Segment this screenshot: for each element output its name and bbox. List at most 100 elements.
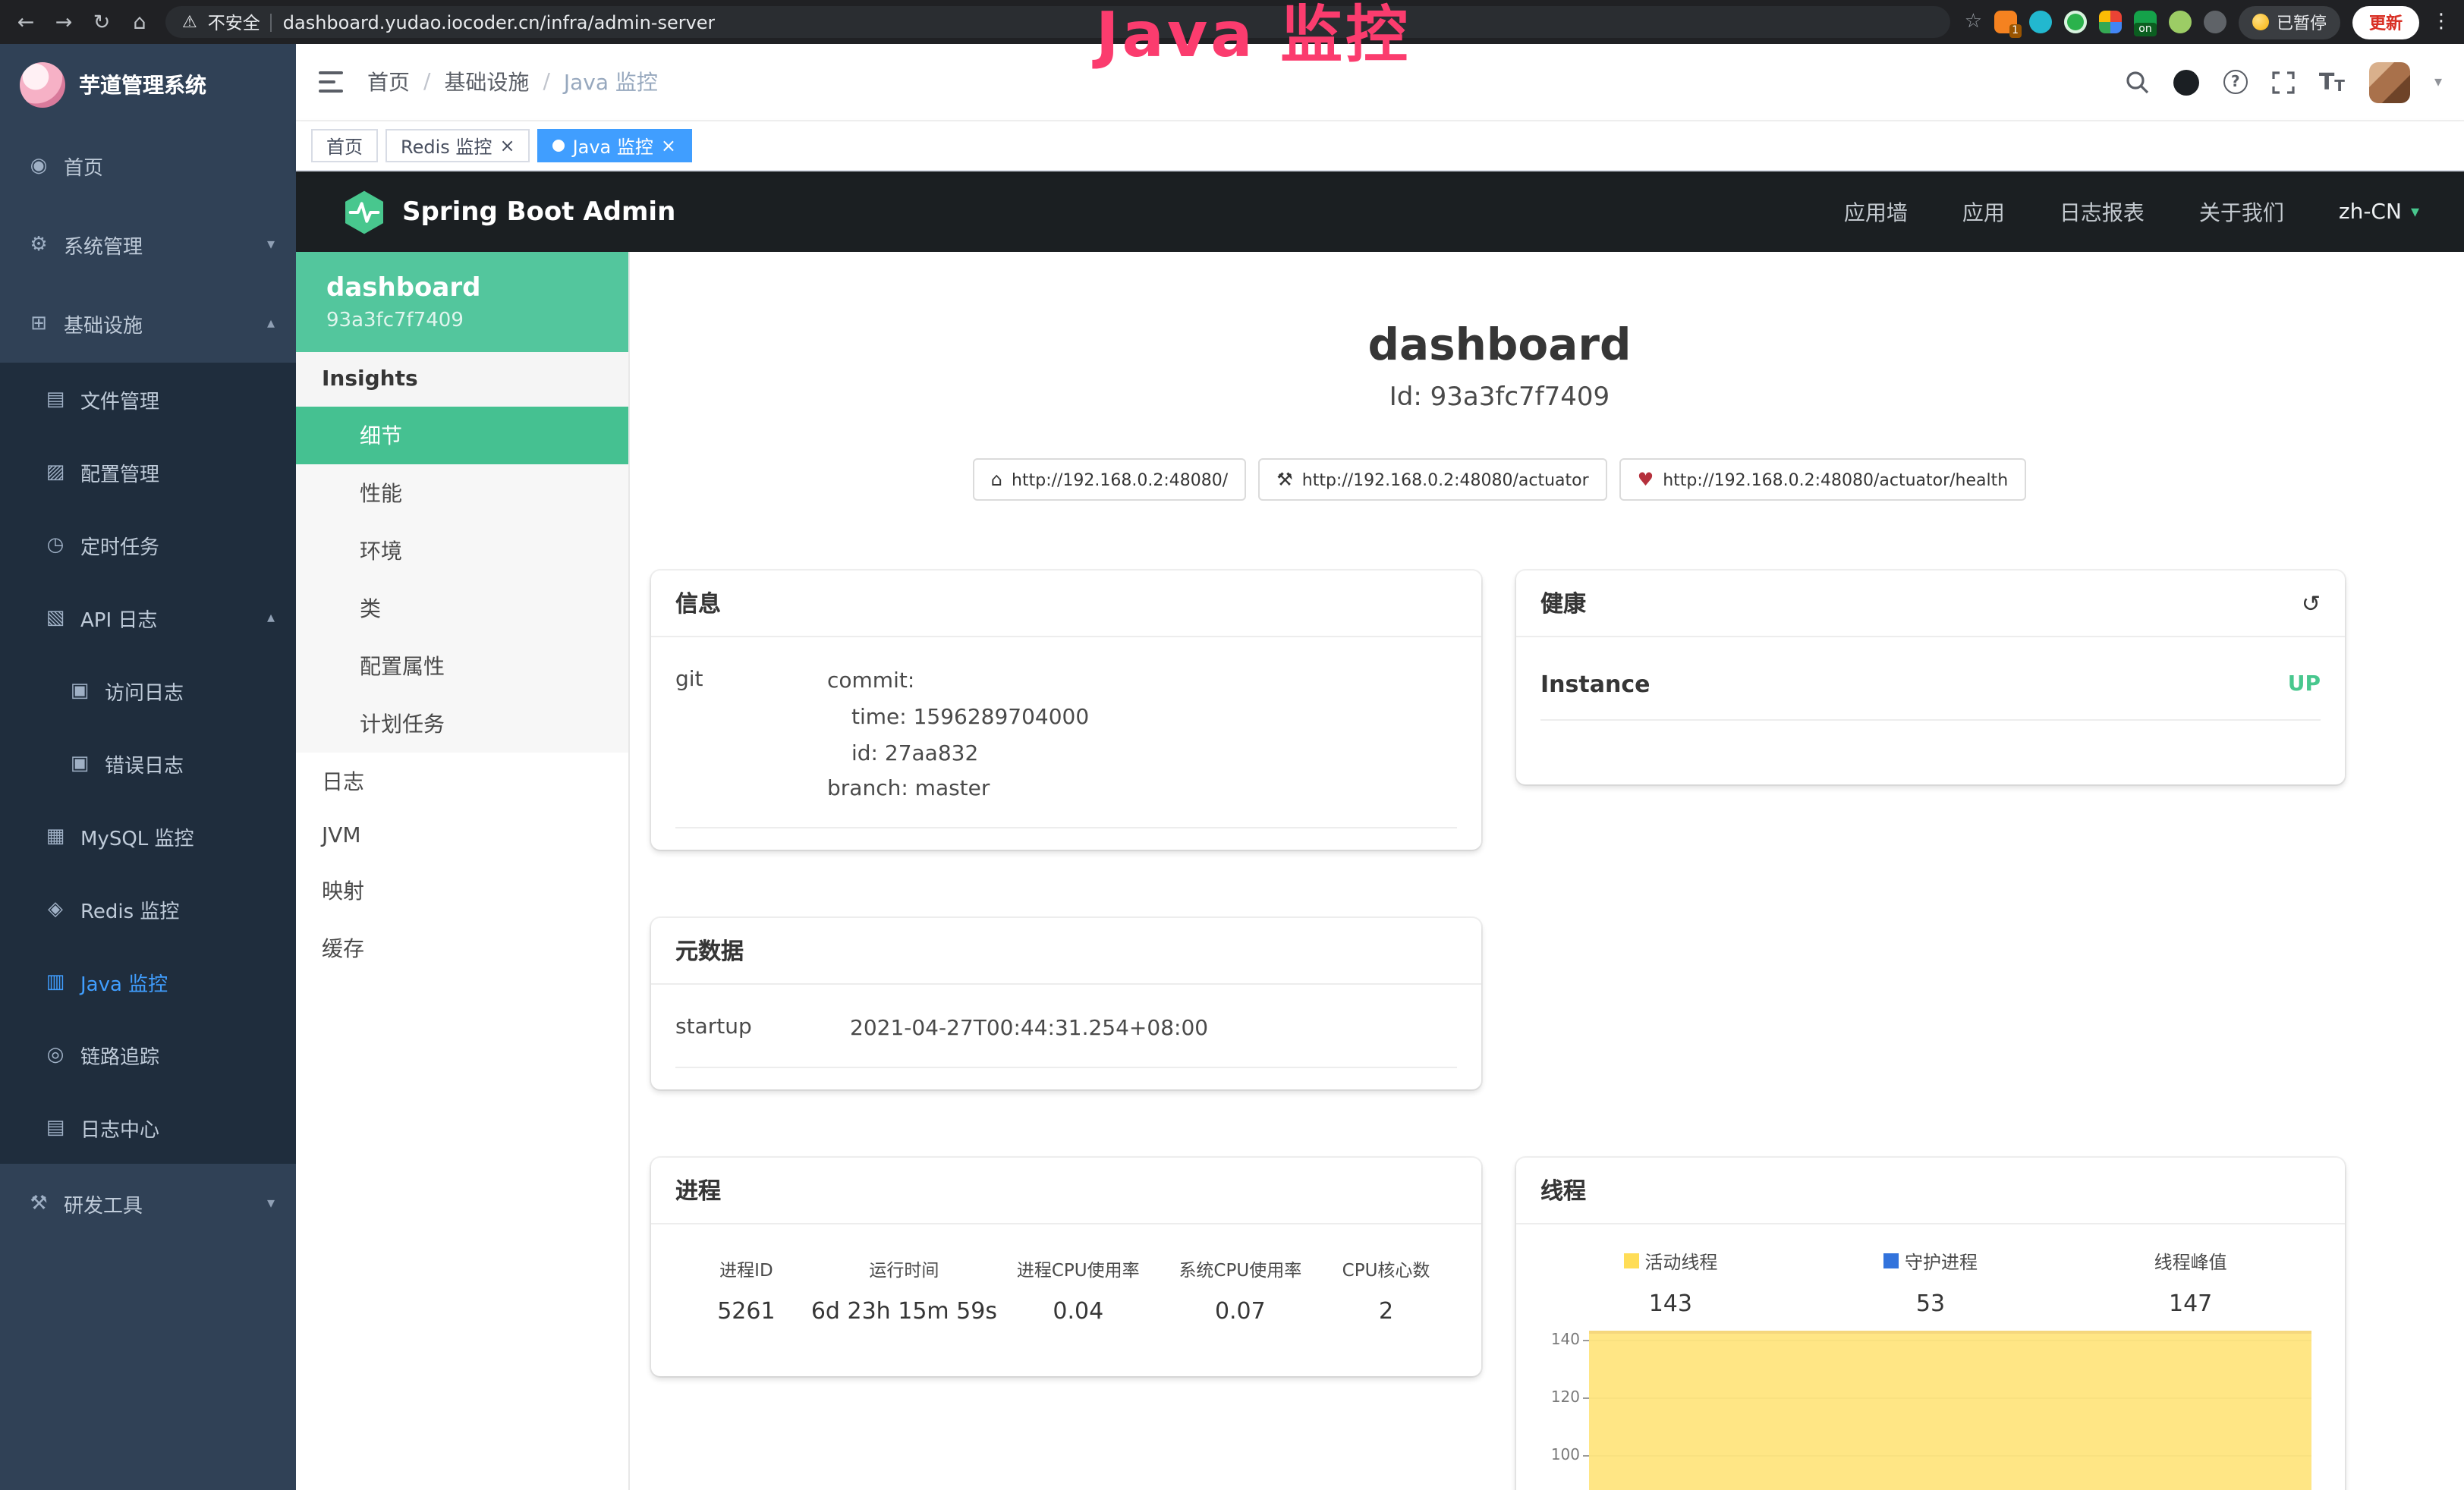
menu-label: 基础设施: [64, 309, 143, 338]
sidebar-item-tracing[interactable]: ◎ 链路追踪: [0, 1018, 296, 1091]
fullscreen-icon[interactable]: [2272, 71, 2295, 93]
java-icon: ▥: [42, 970, 68, 993]
system-cpu: 系统CPU使用率 0.07: [1160, 1258, 1322, 1325]
help-icon[interactable]: ?: [2223, 70, 2248, 94]
github-icon[interactable]: [2173, 69, 2199, 95]
paused-badge[interactable]: 已暂停: [2239, 5, 2340, 39]
sba-item-config-props[interactable]: 配置属性: [296, 637, 628, 695]
health-card-body: Instance UP: [1516, 637, 2345, 784]
legend-peak-threads: 线程峰值 147: [2060, 1249, 2321, 1317]
sba-item-scheduled-tasks[interactable]: 计划任务: [296, 695, 628, 753]
extension-icon-orange[interactable]: 1: [1994, 11, 2017, 33]
screen: ← → ↻ ⌂ ⚠ 不安全 dashboard.yudao.iocoder.cn…: [0, 0, 2464, 1490]
process-cpu: 进程CPU使用率 0.04: [997, 1258, 1160, 1325]
sidebar-item-infra[interactable]: ⊞ 基础设施 ▴: [0, 284, 296, 363]
close-icon[interactable]: ×: [661, 137, 676, 155]
card-title: 元数据: [675, 935, 744, 967]
sba-item-jvm[interactable]: JVM: [296, 810, 628, 862]
search-icon[interactable]: [2125, 70, 2149, 94]
security-label[interactable]: 不安全: [208, 10, 260, 34]
url-text[interactable]: dashboard.yudao.iocoder.cn/infra/admin-s…: [283, 11, 716, 33]
sba-item-details[interactable]: 细节: [296, 407, 628, 464]
extension-icon-leaf[interactable]: [2169, 11, 2192, 33]
yellow-swatch-icon: [1623, 1254, 1638, 1269]
menu-label: 研发工具: [64, 1189, 143, 1218]
sba-item-metrics[interactable]: 性能: [296, 464, 628, 522]
tick-mark: [1583, 1340, 1589, 1341]
sidebar-item-redis-monitor[interactable]: ◈ Redis 监控: [0, 872, 296, 945]
metadata-row-startup: startup 2021-04-27T00:44:31.254+08:00: [675, 994, 1457, 1068]
health-row-label: Instance: [1540, 671, 1650, 698]
sba-item-environment[interactable]: 环境: [296, 522, 628, 580]
user-avatar[interactable]: [2369, 61, 2410, 102]
breadcrumb-infra[interactable]: 基础设施: [444, 67, 529, 97]
sidebar-item-config-manage[interactable]: ▨ 配置管理: [0, 435, 296, 508]
instance-header[interactable]: dashboard 93a3fc7f7409: [296, 252, 628, 352]
app-logo-image: [20, 62, 65, 108]
history-icon[interactable]: ↺: [2302, 589, 2321, 617]
breadcrumb-separator: /: [423, 70, 430, 94]
sba-nav-applications[interactable]: 应用: [1962, 196, 2005, 227]
breadcrumb-home[interactable]: 首页: [367, 67, 410, 97]
sba-item-classes[interactable]: 类: [296, 580, 628, 637]
info-card-body: git commit: time: 1596289704000 id: 27aa…: [651, 637, 1481, 850]
metadata-key: startup: [675, 1012, 850, 1048]
sidebar-item-dev-tools[interactable]: ⚒ 研发工具 ▾: [0, 1164, 296, 1243]
extension-icon-teal[interactable]: [2029, 11, 2052, 33]
health-url-link[interactable]: ♥ http://192.168.0.2:48080/actuator/heal…: [1619, 458, 2027, 501]
back-icon[interactable]: ←: [14, 10, 38, 34]
browser-menu-icon[interactable]: ⋮: [2431, 11, 2451, 33]
tab-java-monitor[interactable]: Java 监控 ×: [538, 129, 691, 162]
redis-icon: ◈: [42, 897, 68, 920]
sidebar-item-access-logs[interactable]: ▣ 访问日志: [0, 654, 296, 727]
app-title: 芋道管理系统: [79, 70, 206, 100]
sba-nav-journal[interactable]: 日志报表: [2060, 196, 2145, 227]
extension-icon-paw[interactable]: [2204, 11, 2226, 33]
browser-home-icon[interactable]: ⌂: [127, 10, 152, 34]
sba-brand[interactable]: Spring Boot Admin: [341, 189, 675, 234]
font-size-icon[interactable]: TT: [2319, 68, 2345, 96]
sba-nav-wallboard[interactable]: 应用墙: [1844, 196, 1908, 227]
sidebar-item-system[interactable]: ⚙ 系统管理 ▾: [0, 205, 296, 284]
bookmark-star-icon[interactable]: ☆: [1965, 11, 1982, 33]
tab-home[interactable]: 首页: [311, 129, 378, 162]
info-value: commit: time: 1596289704000 id: 27aa832 …: [827, 665, 1457, 809]
health-row-instance[interactable]: Instance UP: [1540, 646, 2321, 721]
sidebar-item-mysql-monitor[interactable]: ▦ MySQL 监控: [0, 800, 296, 872]
reload-icon[interactable]: ↻: [90, 10, 114, 34]
extension-icon-on[interactable]: on: [2134, 11, 2157, 33]
update-button[interactable]: 更新: [2352, 5, 2419, 39]
service-url-link[interactable]: ⌂ http://192.168.0.2:48080/: [973, 458, 1246, 501]
extension-icon-green[interactable]: [2064, 11, 2087, 33]
sba-item-caches[interactable]: 缓存: [296, 919, 628, 977]
extension-icon-grid[interactable]: [2099, 11, 2122, 33]
actuator-url-link[interactable]: ⚒ http://192.168.0.2:48080/actuator: [1258, 458, 1606, 501]
threads-card-body: 活动线程 143 守护进程 53 线程峰值: [1516, 1224, 2345, 1490]
app-logo[interactable]: 芋道管理系统: [0, 44, 296, 126]
sba-item-logs[interactable]: 日志: [296, 753, 628, 810]
address-bar[interactable]: ⚠ 不安全 dashboard.yudao.iocoder.cn/infra/a…: [165, 6, 1951, 38]
sidebar-item-java-monitor[interactable]: ▥ Java 监控: [0, 945, 296, 1018]
avatar-caret-icon[interactable]: ▾: [2434, 74, 2442, 90]
active-threads-area: [1589, 1331, 2311, 1490]
tab-redis-monitor[interactable]: Redis 监控 ×: [385, 129, 530, 162]
sba-language-select[interactable]: zh-CN ▾: [2339, 200, 2419, 224]
info-card-header: 信息: [651, 571, 1481, 637]
menu-label: 错误日志: [105, 749, 184, 778]
link-text: http://192.168.0.2:48080/actuator: [1302, 470, 1589, 489]
chevron-down-icon: ▾: [267, 236, 275, 253]
close-icon[interactable]: ×: [499, 137, 515, 155]
hamburger-icon[interactable]: [319, 70, 346, 94]
sidebar-item-api-logs[interactable]: ▧ API 日志 ▴: [0, 581, 296, 654]
tick-mark: [1583, 1455, 1589, 1457]
sidebar-item-file-manage[interactable]: ▤ 文件管理: [0, 363, 296, 435]
sidebar-item-error-logs[interactable]: ▣ 错误日志: [0, 727, 296, 800]
sidebar-item-log-center[interactable]: ▤ 日志中心: [0, 1091, 296, 1164]
sidebar-item-scheduled-jobs[interactable]: ◷ 定时任务: [0, 508, 296, 581]
sba-section-insights[interactable]: Insights: [296, 352, 628, 407]
forward-icon[interactable]: →: [52, 10, 76, 34]
blue-swatch-icon: [1883, 1254, 1899, 1269]
sba-nav-about[interactable]: 关于我们: [2199, 196, 2284, 227]
sba-item-mappings[interactable]: 映射: [296, 862, 628, 919]
sidebar-item-home[interactable]: ◉ 首页: [0, 126, 296, 205]
